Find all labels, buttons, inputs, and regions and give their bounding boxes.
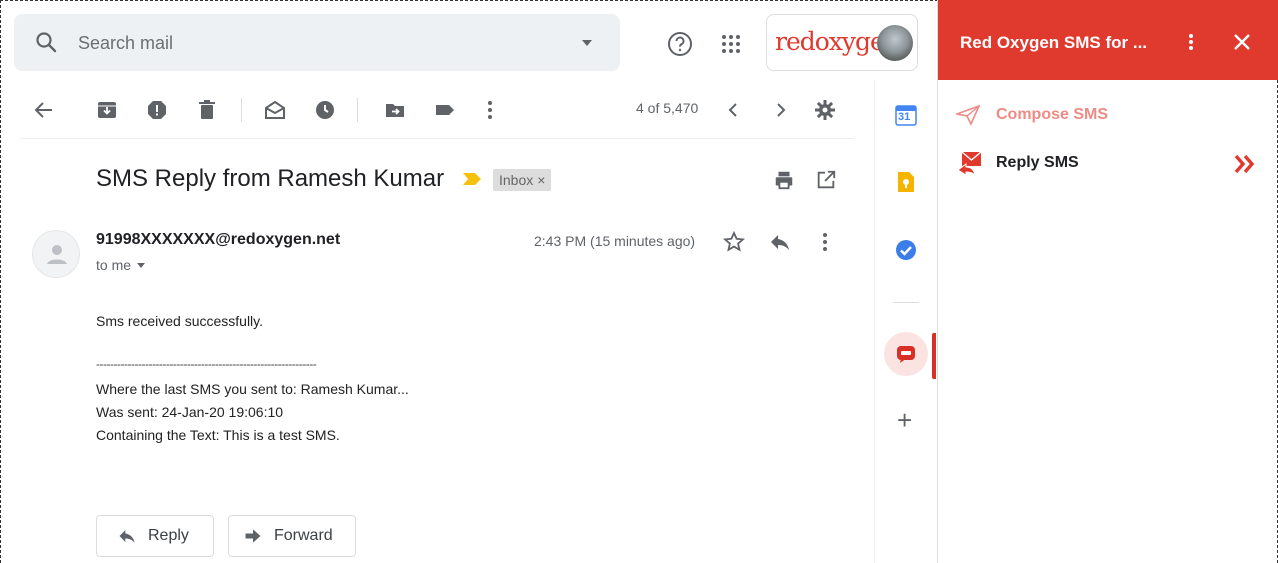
- panel-title: Red Oxygen SMS for ...: [960, 33, 1148, 52]
- more-vertical-icon[interactable]: [478, 98, 502, 122]
- tasks-addon-icon[interactable]: [894, 238, 918, 262]
- person-icon: [47, 245, 67, 264]
- open-in-new-window-icon[interactable]: [815, 169, 837, 191]
- email-subject: SMS Reply from Ramesh Kumar: [96, 165, 445, 192]
- account-brand-box[interactable]: redoxygen: [766, 14, 918, 71]
- calendar-day-number: 31: [898, 111, 911, 123]
- body-line: Where the last SMS you sent to: Ramesh K…: [96, 381, 409, 397]
- toolbar-divider-line: [20, 138, 854, 139]
- body-line: Was sent: 24-Jan-20 19:06:10: [96, 404, 284, 420]
- addon-side-panel: Red Oxygen SMS for ... Compose SMS Reply…: [937, 0, 1278, 563]
- reply-arrow-icon: [119, 530, 135, 543]
- rail-separator: [893, 302, 919, 303]
- active-addon-indicator: [932, 333, 936, 379]
- rail-divider: [874, 80, 875, 563]
- recipient-text: to me: [96, 257, 132, 273]
- paper-plane-icon: [956, 104, 980, 126]
- body-divider: ----------------------------------------…: [96, 357, 317, 371]
- star-icon[interactable]: [722, 230, 746, 254]
- search-options-chevron-down-icon[interactable]: [582, 40, 592, 46]
- label-icon[interactable]: [433, 98, 457, 122]
- apps-grid-icon[interactable]: [717, 30, 745, 58]
- keep-addon-icon[interactable]: [895, 171, 917, 193]
- search-bar[interactable]: [14, 14, 620, 71]
- print-icon[interactable]: [773, 169, 795, 191]
- search-icon[interactable]: [34, 30, 58, 54]
- chevron-down-icon[interactable]: [137, 262, 146, 268]
- compose-sms-label: Compose SMS: [996, 106, 1109, 123]
- recipient-summary[interactable]: to me: [96, 257, 146, 273]
- calendar-addon-icon[interactable]: 31: [895, 104, 917, 126]
- reply-button[interactable]: Reply: [96, 515, 214, 557]
- toolbar-divider: [241, 98, 242, 122]
- reply-envelope-icon: [957, 151, 982, 175]
- reply-button-label: Reply: [148, 527, 189, 544]
- get-addons-plus-icon[interactable]: +: [897, 407, 912, 433]
- mark-unread-icon[interactable]: [263, 98, 287, 122]
- sender-avatar: [32, 230, 80, 278]
- redoxygen-sms-addon-button[interactable]: [884, 332, 928, 376]
- inbox-label-chip[interactable]: Inbox ×: [493, 169, 552, 191]
- compose-sms-menu-item[interactable]: Compose SMS: [952, 100, 1272, 130]
- search-input[interactable]: [78, 28, 558, 58]
- report-spam-icon[interactable]: [145, 98, 169, 122]
- forward-button[interactable]: Forward: [228, 515, 356, 557]
- chevron-left-icon[interactable]: [722, 98, 746, 122]
- panel-more-vertical-icon[interactable]: [1181, 32, 1201, 52]
- email-timestamp: 2:43 PM (15 minutes ago): [534, 233, 696, 249]
- pagination-count: 4 of 5,470: [636, 100, 699, 116]
- toolbar-divider: [357, 98, 358, 122]
- reply-sms-menu-item[interactable]: Reply SMS: [952, 148, 1272, 180]
- remove-label-close-icon[interactable]: ×: [537, 169, 545, 191]
- panel-header: Red Oxygen SMS for ...: [938, 0, 1278, 80]
- delete-icon[interactable]: [195, 98, 219, 122]
- message-more-vertical-icon[interactable]: [813, 230, 837, 254]
- sender-email: 91998XXXXXXX@redoxygen.net: [96, 231, 341, 248]
- double-chevron-right-icon[interactable]: [1234, 154, 1256, 174]
- help-icon[interactable]: [666, 30, 694, 58]
- archive-icon[interactable]: [95, 98, 119, 122]
- forward-button-label: Forward: [274, 527, 333, 544]
- panel-close-icon[interactable]: [1232, 32, 1252, 52]
- reply-sms-label: Reply SMS: [996, 154, 1079, 171]
- sms-bubble-icon: [897, 346, 915, 363]
- forward-arrow-icon: [245, 529, 261, 543]
- body-line: Containing the Text: This is a test SMS.: [96, 427, 340, 443]
- account-avatar[interactable]: [877, 25, 913, 61]
- chevron-right-icon[interactable]: [768, 98, 792, 122]
- reply-arrow-icon[interactable]: [768, 230, 792, 254]
- importance-marker-icon[interactable]: [462, 172, 482, 186]
- snooze-clock-icon[interactable]: [313, 98, 337, 122]
- back-arrow-icon[interactable]: [32, 98, 56, 122]
- inbox-label-text: Inbox: [499, 172, 534, 188]
- body-line: Sms received successfully.: [96, 313, 264, 329]
- move-to-folder-icon[interactable]: [383, 98, 407, 122]
- settings-gear-icon[interactable]: [813, 98, 837, 122]
